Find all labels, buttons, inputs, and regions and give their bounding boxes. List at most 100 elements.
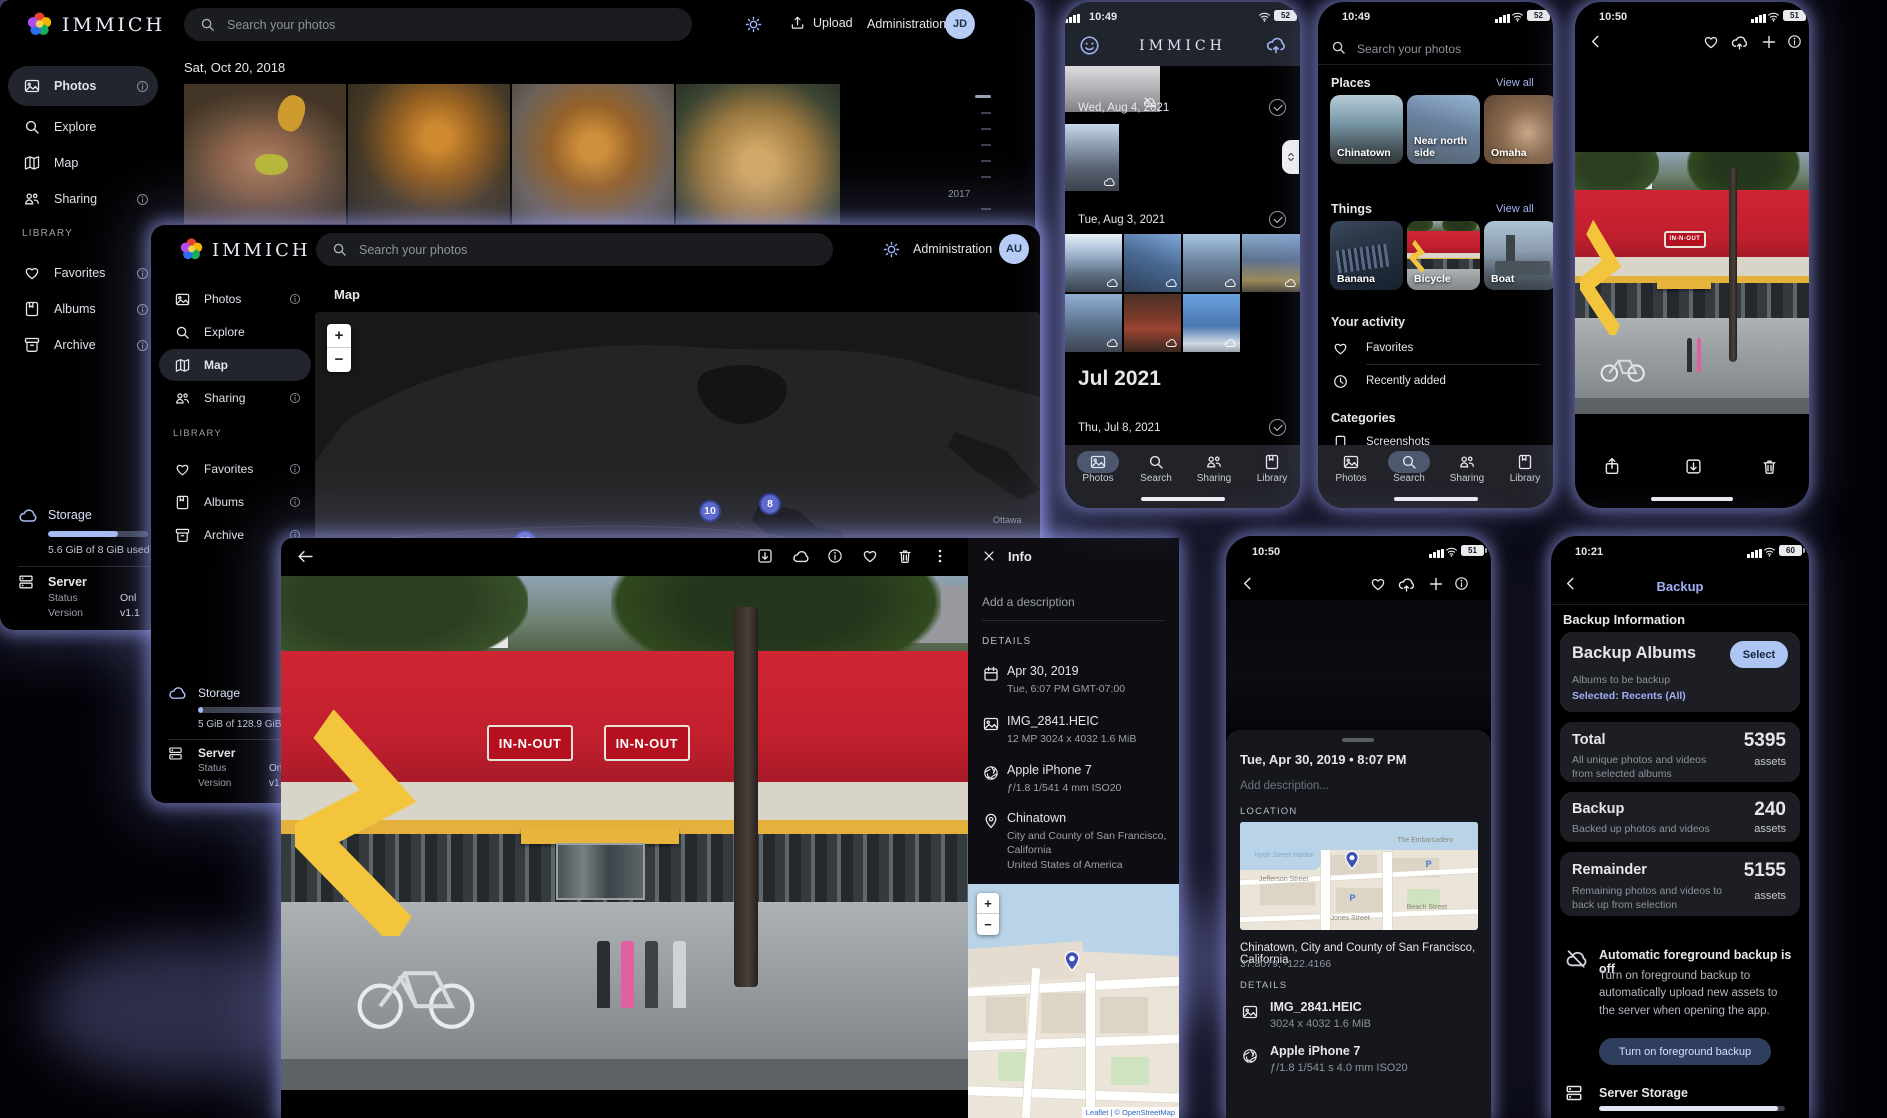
map-zoom-control[interactable]: + − bbox=[977, 893, 999, 935]
search-icon[interactable] bbox=[1331, 40, 1346, 55]
delete-icon[interactable] bbox=[1761, 458, 1778, 475]
sidebar-item-photos[interactable]: Photos bbox=[159, 283, 311, 315]
share-icon[interactable] bbox=[1603, 457, 1621, 475]
location-map[interactable]: Hyde Street Harbor The Embarcadero Jeffe… bbox=[1240, 822, 1478, 930]
home-indicator[interactable] bbox=[1394, 497, 1478, 501]
add-icon[interactable] bbox=[1761, 34, 1777, 50]
photo-thumbnail[interactable] bbox=[348, 84, 510, 224]
info-badge-icon[interactable] bbox=[136, 267, 149, 280]
location-map[interactable]: + − Leaflet | © OpenStreetMap bbox=[968, 884, 1179, 1118]
map-attribution[interactable]: Leaflet | © OpenStreetMap bbox=[1082, 1107, 1179, 1118]
map-zoom-control[interactable]: + − bbox=[327, 324, 351, 372]
sidebar-item-albums[interactable]: Albums bbox=[8, 292, 158, 326]
home-indicator[interactable] bbox=[1651, 497, 1733, 501]
location-name[interactable]: Chinatown bbox=[1007, 811, 1066, 825]
info-badge-icon[interactable] bbox=[136, 339, 149, 352]
info-icon[interactable] bbox=[1787, 34, 1802, 49]
upload-button[interactable]: Upload bbox=[790, 15, 853, 30]
info-icon[interactable] bbox=[1454, 576, 1469, 591]
scrollbar-handle[interactable] bbox=[1282, 140, 1299, 174]
favorite-icon[interactable] bbox=[1703, 34, 1719, 50]
sidebar-item-favorites[interactable]: Favorites bbox=[159, 453, 311, 485]
sidebar-item-photos[interactable]: Photos bbox=[8, 66, 158, 106]
photo-thumbnail[interactable] bbox=[184, 84, 346, 224]
sidebar-item-map[interactable]: Map bbox=[8, 146, 158, 180]
description-input[interactable]: Add a description bbox=[982, 595, 1075, 609]
nav-tab-sharing[interactable]: Sharing bbox=[1438, 454, 1496, 484]
photo-main[interactable] bbox=[1226, 600, 1491, 730]
sidebar-item-map[interactable]: Map bbox=[159, 349, 311, 381]
description-input[interactable]: Add description... bbox=[1240, 780, 1329, 792]
select-albums-button[interactable]: Select bbox=[1730, 641, 1788, 668]
activity-favorites[interactable]: Favorites bbox=[1366, 342, 1413, 354]
info-badge-icon[interactable] bbox=[289, 496, 301, 508]
back-icon[interactable] bbox=[1588, 34, 1603, 49]
close-icon[interactable] bbox=[982, 549, 996, 563]
sidebar-item-sharing[interactable]: Sharing bbox=[159, 382, 311, 414]
photo-thumbnail[interactable] bbox=[1124, 294, 1181, 352]
photo-thumbnail[interactable] bbox=[1124, 234, 1181, 292]
things-view-all-link[interactable]: View all bbox=[1496, 203, 1534, 215]
photo-main[interactable]: IN-N-OUT bbox=[1575, 152, 1809, 414]
info-badge-icon[interactable] bbox=[289, 463, 301, 475]
info-badge-icon[interactable] bbox=[136, 80, 149, 93]
place-card[interactable]: Omaha bbox=[1484, 95, 1553, 164]
download-icon[interactable] bbox=[757, 548, 773, 564]
select-group-checkbox[interactable] bbox=[1269, 211, 1286, 228]
search-placeholder[interactable]: Search your photos bbox=[1357, 42, 1461, 56]
nav-tab-search[interactable]: Search bbox=[1127, 454, 1185, 484]
thing-card[interactable]: Banana bbox=[1330, 221, 1403, 290]
place-card[interactable]: Chinatown bbox=[1330, 95, 1403, 164]
photo-thumbnail[interactable] bbox=[512, 84, 674, 224]
back-icon[interactable] bbox=[1240, 576, 1255, 591]
backup-cloud-icon[interactable] bbox=[1266, 35, 1286, 55]
photo-thumbnail[interactable] bbox=[1183, 294, 1240, 352]
photo-thumbnail[interactable] bbox=[1065, 234, 1122, 292]
zoom-in-button[interactable]: + bbox=[977, 893, 999, 914]
search-input[interactable]: Search your photos bbox=[184, 8, 692, 41]
avatar[interactable]: AU bbox=[999, 234, 1029, 264]
photo-main[interactable]: IN-N-OUT IN-N-OUT bbox=[281, 576, 968, 1090]
info-badge-icon[interactable] bbox=[289, 392, 301, 404]
info-badge-icon[interactable] bbox=[289, 293, 301, 305]
info-badge-icon[interactable] bbox=[136, 303, 149, 316]
thing-card[interactable]: Boat bbox=[1484, 221, 1553, 290]
sidebar-item-explore[interactable]: Explore bbox=[159, 316, 311, 348]
sheet-drag-handle[interactable] bbox=[1342, 738, 1374, 742]
sidebar-item-sharing[interactable]: Sharing bbox=[8, 182, 158, 216]
save-icon[interactable] bbox=[1685, 458, 1702, 475]
upload-cloud-icon[interactable] bbox=[1731, 34, 1748, 51]
photo-thumbnail[interactable] bbox=[1183, 234, 1240, 292]
info-badge-icon[interactable] bbox=[136, 193, 149, 206]
timeline-scrubber-handle[interactable] bbox=[975, 95, 991, 98]
nav-tab-search[interactable]: Search bbox=[1380, 454, 1438, 484]
nav-tab-photos[interactable]: Photos bbox=[1069, 454, 1127, 484]
photo-thumbnail[interactable] bbox=[676, 84, 840, 224]
administration-link[interactable]: Administration bbox=[913, 242, 992, 256]
photo-thumbnail[interactable] bbox=[1242, 234, 1300, 292]
enable-backup-button[interactable]: Turn on foreground backup bbox=[1599, 1038, 1771, 1065]
map-cluster-marker[interactable]: 10 bbox=[699, 500, 721, 522]
delete-icon[interactable] bbox=[897, 548, 913, 564]
select-group-checkbox[interactable] bbox=[1269, 419, 1286, 436]
cloud-icon[interactable] bbox=[792, 548, 809, 565]
place-card[interactable]: Near north side bbox=[1407, 95, 1480, 164]
favorite-icon[interactable] bbox=[862, 548, 878, 564]
theme-toggle-icon[interactable] bbox=[745, 16, 762, 33]
theme-toggle-icon[interactable] bbox=[883, 241, 900, 258]
info-icon[interactable] bbox=[827, 548, 843, 564]
sidebar-item-explore[interactable]: Explore bbox=[8, 110, 158, 144]
select-group-checkbox[interactable] bbox=[1269, 99, 1286, 116]
photo-thumbnail[interactable] bbox=[1065, 294, 1122, 352]
home-indicator[interactable] bbox=[1141, 497, 1225, 501]
zoom-out-button[interactable]: − bbox=[977, 914, 999, 935]
sidebar-item-archive[interactable]: Archive bbox=[8, 328, 158, 362]
sidebar-item-albums[interactable]: Albums bbox=[159, 486, 311, 518]
places-view-all-link[interactable]: View all bbox=[1496, 77, 1534, 89]
favorite-icon[interactable] bbox=[1370, 576, 1386, 592]
upload-cloud-icon[interactable] bbox=[1398, 576, 1415, 593]
back-icon[interactable] bbox=[297, 548, 314, 565]
nav-tab-library[interactable]: Library bbox=[1496, 454, 1553, 484]
administration-link[interactable]: Administration bbox=[867, 17, 946, 31]
search-input[interactable]: Search your photos bbox=[316, 233, 833, 266]
